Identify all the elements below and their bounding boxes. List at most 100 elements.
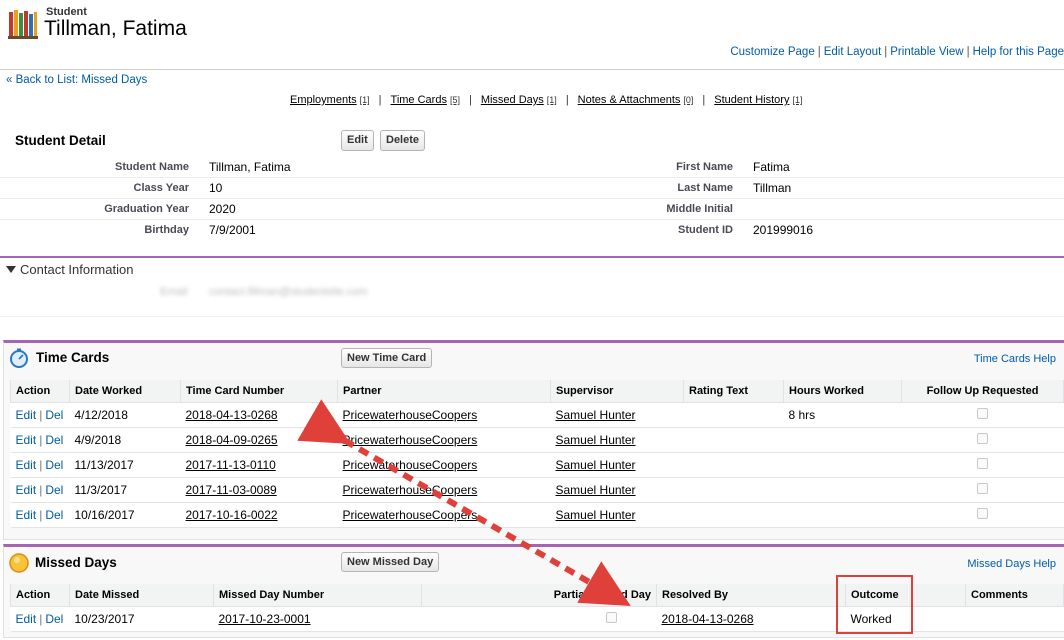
date-worked-cell: 11/13/2017 — [69, 452, 181, 478]
new-missed-day-button[interactable]: New Missed Day — [341, 552, 440, 572]
supervisor-link[interactable]: Samuel Hunter — [556, 433, 636, 447]
field-value: 10 — [209, 181, 223, 195]
edit-row-link[interactable]: Edit — [16, 483, 37, 497]
column-header[interactable]: Action — [10, 584, 70, 607]
related-link-label: Employments — [290, 94, 357, 106]
row-divider — [0, 177, 1064, 178]
resolved-by-link[interactable]: 2018-04-13-0268 — [662, 612, 754, 626]
field-value: Fatima — [753, 160, 790, 174]
column-header[interactable]: Comments — [965, 584, 1064, 607]
date-worked-cell: 4/12/2018 — [69, 402, 181, 428]
time-card-number-link[interactable]: 2017-11-03-0089 — [186, 483, 277, 497]
edit-row-link[interactable]: Edit — [16, 433, 37, 447]
column-header[interactable]: Time Card Number — [180, 380, 338, 403]
edit-row-link[interactable]: Edit — [16, 458, 37, 472]
date-missed-cell: 10/23/2017 — [69, 606, 214, 632]
hours-worked-cell — [783, 427, 902, 453]
customize-page-link[interactable]: Customize Page — [730, 46, 814, 58]
table-row: Edit | Del 11/13/2017 2017-11-13-0110 Pric… — [10, 452, 1064, 478]
time-card-number-link[interactable]: 2017-10-16-0022 — [186, 508, 278, 522]
record-title: Tillman, Fatima — [44, 17, 187, 40]
time-card-number-link[interactable]: 2018-04-09-0265 — [186, 433, 278, 447]
column-header[interactable]: Date Missed — [69, 584, 214, 607]
contact-info-toggle[interactable]: Contact Information — [6, 262, 133, 277]
related-link-missed-days[interactable]: Missed Days [1] — [481, 94, 557, 106]
rating-text-cell — [683, 452, 784, 478]
field-label: Student ID — [678, 224, 733, 236]
related-link-label: Notes & Attachments — [577, 94, 681, 106]
related-link-label: Missed Days — [480, 94, 544, 106]
column-header[interactable]: Action — [10, 380, 70, 403]
partner-link[interactable]: PricewaterhouseCoopers — [343, 458, 478, 472]
edit-row-link[interactable]: Edit — [16, 612, 37, 626]
edit-button[interactable]: Edit — [341, 130, 374, 151]
table-row: Edit | Del 4/9/2018 2018-04-09-0265 Pricew… — [10, 427, 1064, 453]
related-link-notes[interactable]: Notes & Attachments [0] — [578, 94, 694, 106]
time-card-number-link[interactable]: 2018-04-13-0268 — [186, 408, 278, 422]
time-cards-help-link[interactable]: Time Cards Help — [974, 353, 1056, 365]
related-link-employments[interactable]: Employments [1] — [290, 94, 370, 106]
delete-row-link[interactable]: Del — [45, 508, 63, 522]
table-header-row: Action Date Worked Time Card Number Part… — [10, 380, 1064, 403]
supervisor-link[interactable]: Samuel Hunter — [556, 458, 636, 472]
delete-row-link[interactable]: Del — [45, 433, 63, 447]
column-header[interactable]: Hours Worked — [783, 380, 902, 403]
delete-row-link[interactable]: Del — [45, 612, 63, 626]
delete-row-link[interactable]: Del — [45, 408, 63, 422]
partial-missed-day-checkbox — [605, 611, 617, 623]
table-row: Edit | Del 10/16/2017 2017-10-16-0022 Pric… — [10, 502, 1064, 528]
follow-up-checkbox — [977, 507, 988, 519]
related-link-time-cards[interactable]: Time Cards [5] — [391, 94, 460, 106]
column-header[interactable]: Rating Text — [683, 380, 784, 403]
blurred-field-label: Email — [160, 286, 188, 298]
partner-link[interactable]: PricewaterhouseCoopers — [343, 508, 478, 522]
hours-worked-cell — [783, 502, 902, 528]
date-worked-cell: 4/9/2018 — [69, 427, 181, 453]
column-header[interactable]: Supervisor — [550, 380, 684, 403]
help-page-link[interactable]: Help for this Page — [973, 46, 1064, 58]
time-card-number-link[interactable]: 2017-11-13-0110 — [186, 458, 276, 472]
partner-link[interactable]: PricewaterhouseCoopers — [343, 483, 478, 497]
hours-worked-cell — [783, 477, 902, 503]
column-header[interactable]: Resolved By — [656, 584, 846, 607]
back-to-list-link[interactable]: « Back to List: Missed Days — [6, 74, 147, 86]
field-label: Last Name — [677, 182, 733, 194]
delete-row-link[interactable]: Del — [45, 458, 63, 472]
collapse-triangle-icon — [6, 266, 16, 273]
supervisor-link[interactable]: Samuel Hunter — [556, 508, 636, 522]
field-label: Class Year — [133, 182, 189, 194]
printable-view-link[interactable]: Printable View — [890, 46, 963, 58]
supervisor-link[interactable]: Samuel Hunter — [556, 408, 636, 422]
detail-section-title: Student Detail — [15, 133, 106, 148]
delete-button[interactable]: Delete — [380, 130, 426, 151]
related-link-count: [5] — [449, 95, 460, 105]
partner-link[interactable]: PricewaterhouseCoopers — [343, 408, 478, 422]
related-link-student-history[interactable]: Student History [1] — [714, 94, 802, 106]
related-link-count: [1] — [359, 95, 370, 105]
missed-day-number-link[interactable]: 2017-10-23-0001 — [219, 612, 311, 626]
edit-row-link[interactable]: Edit — [16, 408, 37, 422]
contact-info-title: Contact Information — [20, 262, 134, 277]
field-value: 7/9/2001 — [209, 223, 256, 237]
related-list-links: Employments [1] | Time Cards [5] | Missed Days… — [290, 94, 803, 106]
delete-row-link[interactable]: Del — [45, 483, 63, 497]
field-label: First Name — [676, 161, 733, 173]
edit-layout-link[interactable]: Edit Layout — [824, 46, 882, 58]
field-value: Tillman — [753, 181, 792, 195]
partner-link[interactable]: PricewaterhouseCoopers — [343, 433, 478, 447]
column-header[interactable]: Partial Missed Day — [421, 584, 657, 607]
related-link-label: Time Cards — [390, 94, 447, 106]
date-worked-cell: 10/16/2017 — [69, 502, 181, 528]
edit-row-link[interactable]: Edit — [16, 508, 37, 522]
rating-text-cell — [683, 477, 784, 503]
supervisor-link[interactable]: Samuel Hunter — [556, 483, 636, 497]
page-links: Customize Page | Edit Layout | Printable Vie… — [730, 46, 1064, 58]
column-header[interactable]: Partner — [337, 380, 551, 403]
column-header[interactable]: Follow Up Requested — [901, 380, 1064, 403]
rating-text-cell — [683, 402, 784, 428]
column-header[interactable]: Missed Day Number — [213, 584, 422, 607]
hours-worked-cell: 8 hrs — [783, 402, 902, 428]
missed-days-help-link[interactable]: Missed Days Help — [967, 558, 1056, 570]
new-time-card-button[interactable]: New Time Card — [341, 348, 433, 368]
column-header[interactable]: Date Worked — [69, 380, 181, 403]
